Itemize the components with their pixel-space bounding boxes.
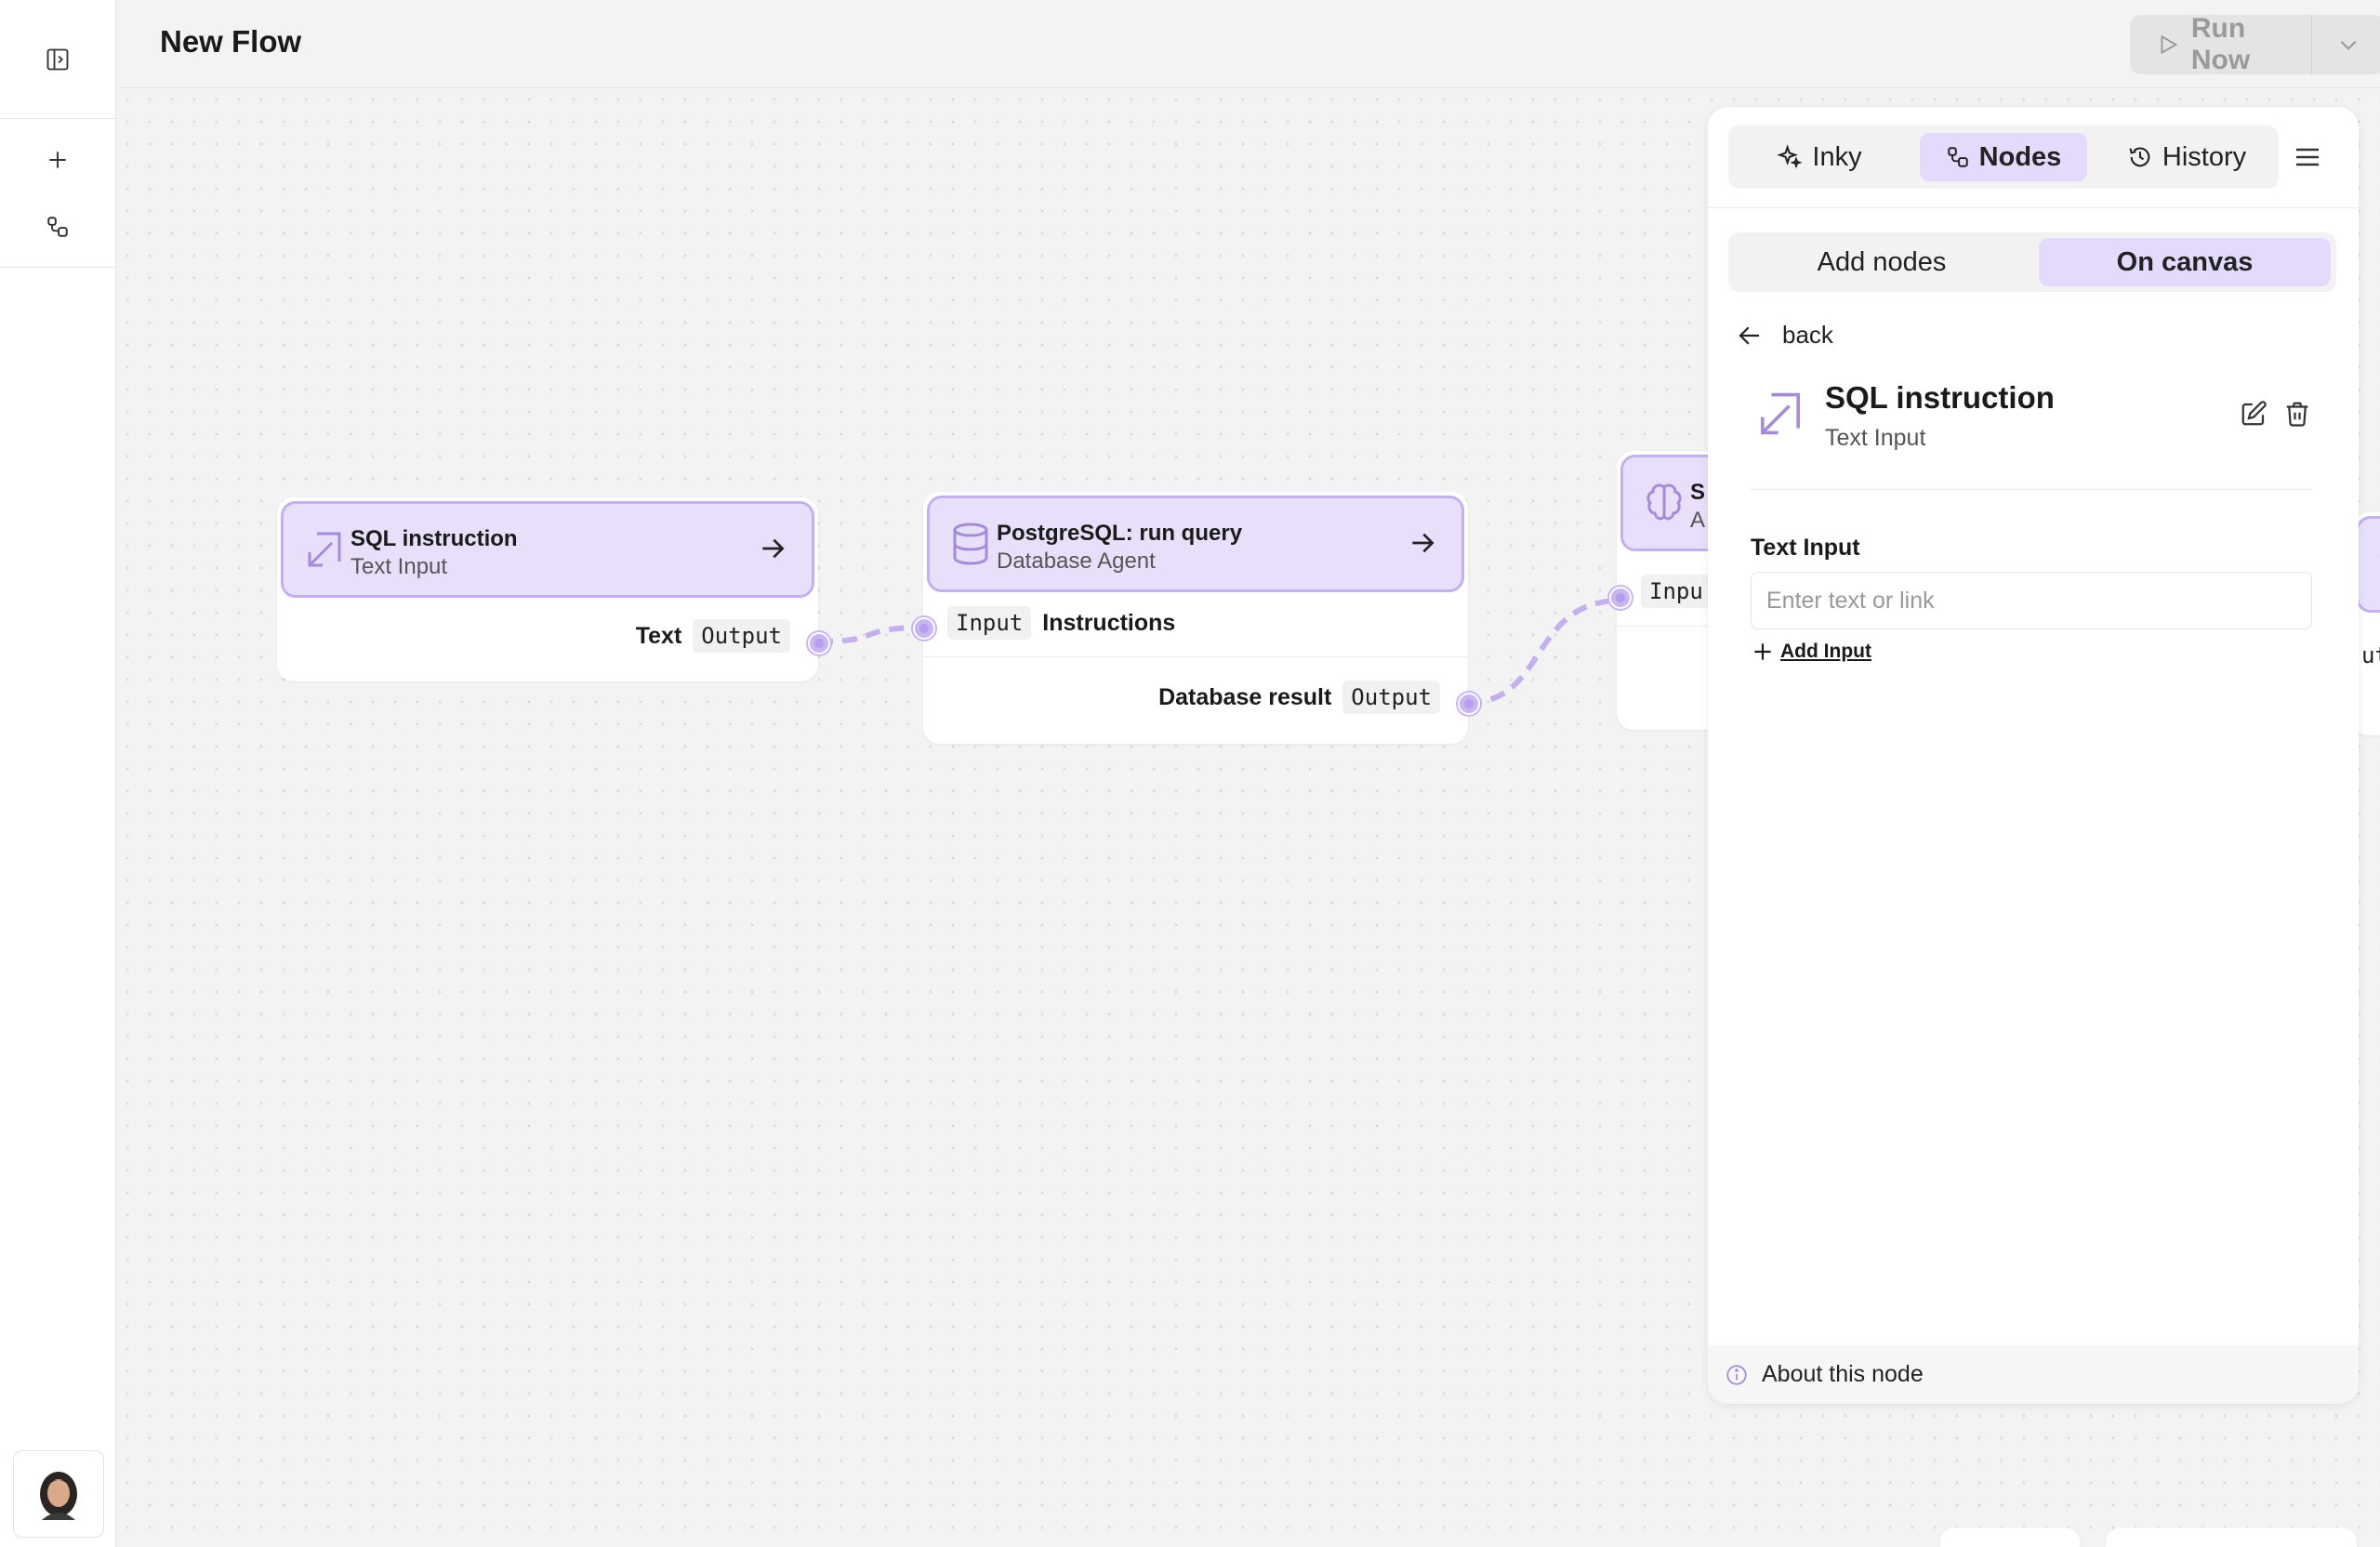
sidebar-toggle-icon xyxy=(46,48,69,71)
plus-icon xyxy=(49,152,66,168)
tab-history[interactable]: History xyxy=(2100,133,2273,181)
add-input-label: Add Input xyxy=(1780,641,1871,662)
back-button[interactable]: back xyxy=(1736,321,1833,350)
run-button-group: Run Now xyxy=(2130,13,2380,75)
nodes-icon xyxy=(47,217,68,237)
output-port-row: Database result Output xyxy=(1158,681,1440,714)
input-handle[interactable] xyxy=(1609,587,1632,609)
sidebar-divider xyxy=(0,118,115,119)
delete-node-button[interactable] xyxy=(2279,395,2316,432)
tab-label: Inky xyxy=(1812,141,1862,172)
nodes-icon xyxy=(1947,147,1968,167)
node-detail-title: SQL instruction xyxy=(1825,380,2055,415)
text-input-field[interactable] xyxy=(1751,572,2312,629)
edit-node-button[interactable] xyxy=(2235,395,2272,432)
play-icon xyxy=(2161,34,2178,55)
sparkle-icon xyxy=(1777,144,1803,169)
output-handle[interactable] xyxy=(808,632,830,654)
add-nodes-button[interactable]: Add nodes xyxy=(1734,238,2030,286)
input-port-row: Input Instructions xyxy=(947,606,1175,640)
tab-nodes[interactable]: Nodes xyxy=(1920,133,2087,181)
left-sidebar xyxy=(0,0,116,1547)
top-bar: New Flow Run Now xyxy=(116,0,2380,88)
tab-label: Nodes xyxy=(1978,141,2062,172)
node-postgresql-run-query[interactable]: PostgreSQL: run query Database Agent Inp… xyxy=(913,492,1480,744)
input-type-pill: Input xyxy=(947,606,1032,640)
history-controls xyxy=(1940,1527,2080,1547)
output-label: Database result xyxy=(1158,683,1332,710)
input-type-pill: Inpu xyxy=(1641,575,1712,608)
node-header[interactable]: SQL instruction Text Input xyxy=(281,501,814,598)
node-header[interactable]: S C xyxy=(2356,516,2380,613)
output-label: Text xyxy=(635,622,682,649)
arrow-right-icon xyxy=(762,538,785,559)
input-port-row: Inpu xyxy=(1641,575,1712,608)
history-icon xyxy=(2129,147,2150,167)
port-label: ut xyxy=(2361,642,2380,668)
hamburger-menu-icon xyxy=(2296,148,2319,166)
view-controls xyxy=(2106,1527,2357,1547)
tab-label: History xyxy=(2162,141,2247,172)
run-now-label: Run Now xyxy=(2190,13,2251,75)
back-label: back xyxy=(1782,321,1833,349)
user-avatar[interactable] xyxy=(13,1450,104,1538)
node-inspector-panel: Inky Nodes History Add nodes On canvas b… xyxy=(1708,107,2359,1404)
node-header[interactable]: PostgreSQL: run query Database Agent xyxy=(927,496,1464,592)
arrow-left-icon xyxy=(1739,325,1759,345)
nodes-view-switch: Add nodes On canvas xyxy=(1728,232,2336,292)
arrow-in-box-icon xyxy=(308,532,341,567)
node-title: S xyxy=(1690,480,1706,505)
output-type-pill: Output xyxy=(693,619,790,653)
toggle-sidebar-button[interactable] xyxy=(35,37,80,82)
panel-tabs: Inky Nodes History xyxy=(1728,126,2279,189)
panel-divider xyxy=(1708,207,2359,208)
node-subtitle: Text Input xyxy=(350,554,448,579)
add-input-button[interactable]: Add Input xyxy=(1751,640,1871,664)
run-now-button[interactable]: Run Now xyxy=(2130,13,2311,75)
input-label: Instructions xyxy=(1042,609,1176,636)
about-this-node-button[interactable]: About this node xyxy=(1708,1345,2359,1404)
node-subtitle: Database Agent xyxy=(997,549,1156,574)
output-handle[interactable] xyxy=(1458,693,1480,715)
input-handle[interactable] xyxy=(913,617,935,640)
node-sql-instruction[interactable]: SQL instruction Text Input Text Output xyxy=(277,497,830,681)
arrow-right-icon xyxy=(1412,533,1435,553)
node-title: SQL instruction xyxy=(350,526,518,551)
chevron-down-icon xyxy=(2340,40,2357,50)
tab-inky[interactable]: Inky xyxy=(1736,133,1903,181)
arrow-in-box-icon xyxy=(1761,392,1800,435)
avatar-icon xyxy=(40,1472,77,1520)
sidebar-divider xyxy=(0,267,115,268)
node-title: PostgreSQL: run query xyxy=(997,521,1243,546)
edge-sql-to-postgres xyxy=(817,625,928,644)
node-divider xyxy=(923,656,1468,657)
on-canvas-button[interactable]: On canvas xyxy=(2039,238,2331,286)
detail-divider xyxy=(1751,489,2312,490)
node-subtitle: A xyxy=(1690,508,1706,533)
text-input-label: Text Input xyxy=(1751,535,1860,561)
plus-icon xyxy=(1754,643,1771,660)
flow-title[interactable]: New Flow xyxy=(160,24,301,60)
trash-icon xyxy=(2286,402,2308,427)
database-icon xyxy=(953,522,988,565)
output-port-row: Text Output xyxy=(636,619,790,653)
info-icon xyxy=(1726,1364,1747,1385)
edit-icon xyxy=(2241,401,2267,426)
node-detail-subtitle: Text Input xyxy=(1825,425,1926,451)
new-flow-button[interactable] xyxy=(35,138,80,182)
brain-icon xyxy=(1646,483,1682,521)
run-options-button[interactable] xyxy=(2312,33,2380,57)
edge-postgres-to-third xyxy=(1466,598,1621,706)
output-type-pill: Output xyxy=(1342,681,1440,714)
about-label: About this node xyxy=(1762,1361,1924,1387)
panel-menu-button[interactable] xyxy=(2289,139,2326,176)
flows-button[interactable] xyxy=(35,205,80,249)
